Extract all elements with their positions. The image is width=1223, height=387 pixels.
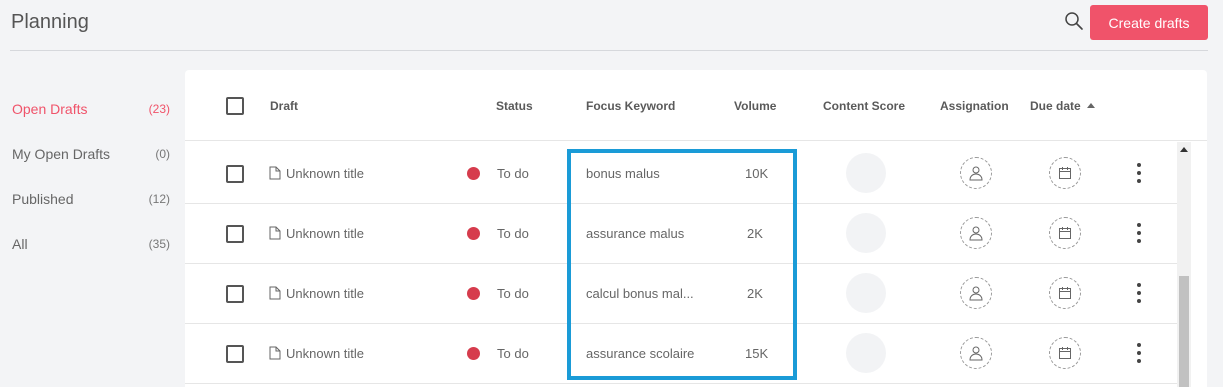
scrollbar-thumb[interactable] [1179, 276, 1189, 387]
sort-ascending-icon [1086, 103, 1095, 108]
status-dot [467, 167, 480, 180]
row-checkbox[interactable] [226, 285, 244, 303]
assign-user-button[interactable] [960, 277, 992, 309]
user-icon [969, 226, 983, 241]
sidebar-item-label: Open Drafts [12, 100, 88, 117]
status-dot [467, 287, 480, 300]
row-checkbox[interactable] [226, 225, 244, 243]
draft-title[interactable]: Unknown title [286, 226, 364, 241]
sidebar-item-label: All [12, 235, 28, 252]
document-icon [269, 226, 281, 240]
sidebar-item-all[interactable]: All (35) [12, 221, 170, 266]
sidebar-item-my-open-drafts[interactable]: My Open Drafts (0) [12, 131, 170, 176]
table-row[interactable]: Unknown title To do assurance malus 2K [185, 204, 1177, 264]
due-date-button[interactable] [1049, 277, 1081, 309]
user-icon [969, 346, 983, 361]
calendar-icon [1059, 287, 1071, 299]
more-vertical-icon[interactable] [1131, 223, 1147, 243]
table-row[interactable]: Unknown title To do calcul bonus mal... … [185, 264, 1177, 324]
sidebar-item-count: (23) [148, 101, 170, 116]
column-header-status[interactable]: Status [496, 99, 533, 113]
status-text: To do [497, 286, 529, 301]
create-drafts-button[interactable]: Create drafts [1090, 5, 1208, 40]
row-checkbox[interactable] [226, 165, 244, 183]
assign-user-button[interactable] [960, 217, 992, 249]
more-vertical-icon[interactable] [1131, 163, 1147, 183]
assign-user-button[interactable] [960, 337, 992, 369]
focus-keyword: calcul bonus mal... [586, 286, 694, 301]
sidebar-item-open-drafts[interactable]: Open Drafts (23) [12, 86, 170, 131]
drafts-table-panel: Draft Status Focus Keyword Volume Conten… [185, 70, 1207, 387]
select-all-checkbox[interactable] [226, 97, 244, 115]
calendar-icon [1059, 227, 1071, 239]
draft-title[interactable]: Unknown title [286, 166, 364, 181]
content-score-placeholder [846, 153, 886, 193]
sidebar-item-count: (35) [148, 236, 170, 251]
status-text: To do [497, 226, 529, 241]
status-dot [467, 347, 480, 360]
table-row[interactable]: Unknown title To do bonus malus 10K [185, 144, 1177, 204]
search-icon [1065, 12, 1083, 30]
assign-user-button[interactable] [960, 157, 992, 189]
column-header-focus-keyword[interactable]: Focus Keyword [586, 99, 675, 113]
calendar-icon [1059, 347, 1071, 359]
sidebar-item-count: (0) [155, 146, 170, 161]
content-score-placeholder [846, 273, 886, 313]
content-score-placeholder [846, 213, 886, 253]
column-header-volume[interactable]: Volume [734, 99, 776, 113]
column-header-due-date[interactable]: Due date [1030, 99, 1095, 113]
due-date-button[interactable] [1049, 157, 1081, 189]
document-icon [269, 166, 281, 180]
focus-keyword: assurance malus [586, 226, 685, 241]
volume-value: 2K [747, 286, 763, 301]
focus-keyword: assurance scolaire [586, 346, 695, 361]
due-date-button[interactable] [1049, 217, 1081, 249]
volume-value: 10K [745, 166, 769, 181]
search-button[interactable] [1064, 11, 1084, 31]
column-header-draft[interactable]: Draft [270, 99, 298, 113]
table-header: Draft Status Focus Keyword Volume Conten… [185, 70, 1207, 141]
scroll-up-arrow-icon[interactable] [1180, 147, 1188, 152]
volume-value: 15K [745, 346, 769, 361]
user-icon [969, 166, 983, 181]
column-header-due-date-label: Due date [1030, 99, 1081, 113]
page-title: Planning [11, 11, 89, 33]
draft-title[interactable]: Unknown title [286, 286, 364, 301]
more-vertical-icon[interactable] [1131, 343, 1147, 363]
volume-value: 2K [747, 226, 763, 241]
vertical-scrollbar[interactable] [1177, 142, 1191, 387]
draft-title[interactable]: Unknown title [286, 346, 364, 361]
sidebar-item-label: My Open Drafts [12, 145, 111, 162]
due-date-button[interactable] [1049, 337, 1081, 369]
calendar-icon [1059, 167, 1071, 179]
sidebar-item-published[interactable]: Published (12) [12, 176, 170, 221]
status-text: To do [497, 346, 529, 361]
document-icon [269, 286, 281, 300]
header-divider [10, 50, 1208, 51]
row-checkbox[interactable] [226, 345, 244, 363]
status-dot [467, 227, 480, 240]
status-text: To do [497, 166, 529, 181]
content-score-placeholder [846, 333, 886, 373]
sidebar-item-label: Published [12, 190, 74, 207]
user-icon [969, 286, 983, 301]
document-icon [269, 346, 281, 360]
column-header-content-score[interactable]: Content Score [823, 99, 905, 113]
sidebar-item-count: (12) [148, 191, 170, 206]
column-header-assignation[interactable]: Assignation [940, 99, 1009, 113]
more-vertical-icon[interactable] [1131, 283, 1147, 303]
focus-keyword: bonus malus [586, 166, 660, 181]
table-row[interactable]: Unknown title To do assurance scolaire 1… [185, 324, 1177, 384]
sidebar: Open Drafts (23) My Open Drafts (0) Publ… [12, 86, 170, 266]
